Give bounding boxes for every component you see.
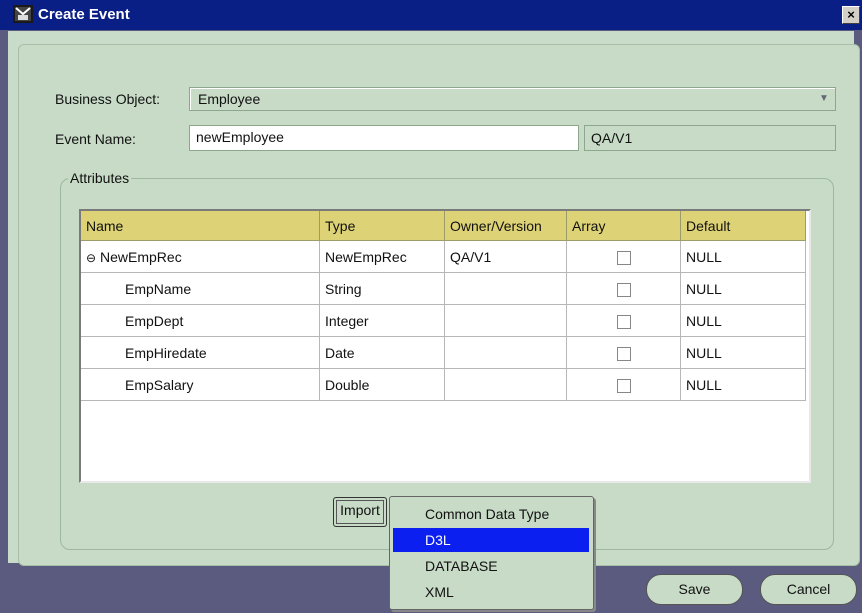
type-cell[interactable]: Integer bbox=[319, 304, 445, 337]
table-row[interactable]: EmpName String NULL bbox=[81, 272, 806, 305]
attributes-table[interactable]: Name Type Owner/Version Array Default ⊖ N… bbox=[79, 209, 811, 483]
menu-item-common-data-type[interactable]: Common Data Type bbox=[393, 502, 589, 526]
name-cell[interactable]: EmpDept bbox=[81, 304, 320, 337]
type-cell[interactable]: Date bbox=[319, 336, 445, 369]
owner-cell[interactable] bbox=[444, 304, 567, 337]
owner-cell[interactable] bbox=[444, 272, 567, 305]
array-checkbox[interactable] bbox=[616, 314, 631, 329]
menu-item-xml[interactable]: XML bbox=[393, 580, 589, 604]
title-bar: Create Event × bbox=[0, 0, 862, 30]
name-cell[interactable]: EmpName bbox=[81, 272, 320, 305]
collapse-icon[interactable]: ⊖ bbox=[86, 251, 98, 265]
array-cell[interactable] bbox=[566, 336, 681, 369]
column-header-array[interactable]: Array bbox=[566, 211, 681, 241]
owner-version-field: QA/V1 bbox=[584, 125, 836, 151]
event-name-field[interactable] bbox=[189, 125, 579, 151]
array-cell[interactable] bbox=[566, 272, 681, 305]
name-text: NewEmpRec bbox=[100, 248, 182, 265]
column-header-default[interactable]: Default bbox=[680, 211, 806, 241]
array-checkbox[interactable] bbox=[616, 250, 631, 265]
table-row[interactable]: EmpSalary Double NULL bbox=[81, 368, 806, 401]
owner-cell[interactable] bbox=[444, 368, 567, 401]
table-row[interactable]: EmpDept Integer NULL bbox=[81, 304, 806, 337]
array-cell[interactable] bbox=[566, 304, 681, 337]
default-cell[interactable]: NULL bbox=[680, 304, 806, 337]
column-header-name[interactable]: Name bbox=[81, 211, 320, 241]
name-cell[interactable]: ⊖ NewEmpRec bbox=[81, 240, 320, 273]
owner-cell[interactable]: QA/V1 bbox=[444, 240, 567, 273]
column-header-owner-version[interactable]: Owner/Version bbox=[444, 211, 567, 241]
type-cell[interactable]: NewEmpRec bbox=[319, 240, 445, 273]
owner-cell[interactable] bbox=[444, 336, 567, 369]
type-cell[interactable]: String bbox=[319, 272, 445, 305]
business-object-label: Business Object: bbox=[55, 91, 161, 107]
business-object-value: Employee bbox=[198, 91, 261, 107]
business-object-select[interactable]: Employee ▼ bbox=[189, 87, 836, 111]
array-checkbox[interactable] bbox=[616, 282, 631, 297]
default-cell[interactable]: NULL bbox=[680, 240, 806, 273]
table-row[interactable]: ⊖ NewEmpRec NewEmpRec QA/V1 NULL bbox=[81, 240, 806, 273]
table-header-row: Name Type Owner/Version Array Default bbox=[81, 211, 806, 241]
default-cell[interactable]: NULL bbox=[680, 368, 806, 401]
close-icon[interactable]: × bbox=[842, 6, 860, 24]
array-cell[interactable] bbox=[566, 240, 681, 273]
event-name-label: Event Name: bbox=[55, 131, 136, 147]
array-cell[interactable] bbox=[566, 368, 681, 401]
cancel-button[interactable]: Cancel bbox=[760, 574, 857, 605]
array-checkbox[interactable] bbox=[616, 378, 631, 393]
type-cell[interactable]: Double bbox=[319, 368, 445, 401]
import-button-label: Import bbox=[340, 502, 380, 518]
column-header-type[interactable]: Type bbox=[319, 211, 445, 241]
chevron-down-icon[interactable]: ▼ bbox=[817, 91, 831, 107]
default-cell[interactable]: NULL bbox=[680, 336, 806, 369]
name-cell[interactable]: EmpSalary bbox=[81, 368, 320, 401]
menu-item-database[interactable]: DATABASE bbox=[393, 554, 589, 578]
event-name-input[interactable] bbox=[190, 126, 576, 148]
import-button[interactable]: Import bbox=[333, 497, 387, 527]
save-button[interactable]: Save bbox=[646, 574, 743, 605]
window-title: Create Event bbox=[38, 6, 130, 23]
attributes-group-label: Attributes bbox=[68, 170, 132, 186]
array-checkbox[interactable] bbox=[616, 346, 631, 361]
default-cell[interactable]: NULL bbox=[680, 272, 806, 305]
name-cell[interactable]: EmpHiredate bbox=[81, 336, 320, 369]
window-icon bbox=[13, 5, 33, 23]
import-menu: Common Data Type D3L DATABASE XML bbox=[389, 496, 594, 610]
menu-item-d3l[interactable]: D3L bbox=[393, 528, 589, 552]
owner-version-value: QA/V1 bbox=[591, 130, 633, 146]
table-row[interactable]: EmpHiredate Date NULL bbox=[81, 336, 806, 369]
